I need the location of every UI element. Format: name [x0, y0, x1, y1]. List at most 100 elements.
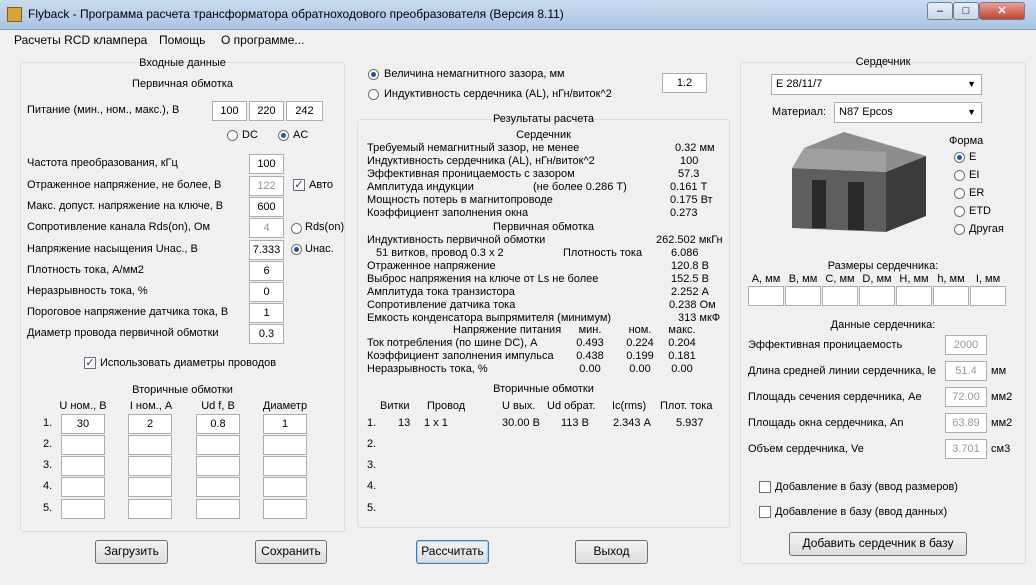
sec-i-input[interactable] — [128, 477, 172, 497]
shape-radio-other[interactable] — [954, 224, 965, 235]
sec-i-input[interactable] — [128, 456, 172, 476]
sec-i-input[interactable]: 2 — [128, 414, 172, 434]
mode-value-input[interactable]: 1.2 — [662, 73, 707, 93]
res-prim-label: Сопротивление датчика тока — [367, 299, 516, 311]
sec-hdr-u: U ном., В — [59, 400, 107, 412]
core-data-value[interactable]: 51.4 — [945, 361, 987, 381]
sec-d-input[interactable]: 1 — [263, 414, 307, 434]
sec-ud-input[interactable] — [196, 456, 240, 476]
res-prim-label: Индуктивность первичной обмотки — [367, 234, 546, 246]
add-data-checkbox[interactable] — [759, 506, 771, 518]
add-core-button[interactable]: Добавить сердечник в базу — [789, 532, 967, 556]
res-sec-num: 2. — [367, 438, 377, 450]
secondary-title: Вторичные обмотки — [132, 384, 233, 396]
supply-min-input[interactable]: 100 — [212, 101, 247, 121]
supply-hdr-nom: ном. — [628, 324, 652, 336]
core-data-value[interactable]: 2000 — [945, 335, 987, 355]
use-diam-checkbox[interactable]: ✓ — [84, 357, 96, 369]
vmax-input[interactable]: 600 — [249, 197, 284, 217]
rds-label: Сопротивление канала Rds(on), Ом — [27, 221, 211, 233]
usat-radio[interactable] — [291, 244, 302, 255]
sec-u-input[interactable] — [61, 477, 105, 497]
core-data-label: Объем сердечника, Ve — [748, 443, 864, 455]
sec-hdr-i: I ном., А — [129, 400, 173, 412]
material-select[interactable]: N87 Epcos ▼ — [834, 102, 982, 123]
calculate-button[interactable]: Рассчитать — [416, 540, 489, 564]
usat-label: Напряжение насыщения Uнас., В — [27, 243, 198, 255]
ithr-input[interactable]: 1 — [249, 303, 284, 323]
results-sec-title: Вторичные обмотки — [493, 383, 594, 395]
sec-d-input[interactable] — [263, 456, 307, 476]
sec-ud-input[interactable] — [196, 499, 240, 519]
shape-radio-ei[interactable] — [954, 170, 965, 181]
sec-row-num: 3. — [43, 459, 53, 471]
sec-u-input[interactable] — [61, 456, 105, 476]
save-button[interactable]: Сохранить — [255, 540, 327, 564]
menu-help[interactable]: Помощь — [159, 33, 205, 47]
core-select[interactable]: E 28/11/7 ▼ — [771, 74, 982, 95]
minimize-button[interactable]: – — [927, 2, 953, 20]
dim-b-input[interactable] — [785, 286, 821, 306]
res-sec-num: 5. — [367, 502, 377, 514]
dim-d-input[interactable] — [859, 286, 895, 306]
sec-ud-input[interactable] — [196, 477, 240, 497]
add-dims-checkbox[interactable] — [759, 481, 771, 493]
res-sec-hdr: Ud обрат. — [547, 400, 596, 412]
core-data-value[interactable]: 72.00 — [945, 387, 987, 407]
sec-u-input[interactable] — [61, 435, 105, 455]
menu-about[interactable]: О программе... — [221, 33, 304, 47]
al-radio[interactable] — [368, 89, 379, 100]
freq-input[interactable]: 100 — [249, 154, 284, 174]
load-button[interactable]: Загрузить — [95, 540, 168, 564]
results-title: Результаты расчета — [492, 113, 595, 125]
sec-ud-input[interactable] — [196, 435, 240, 455]
dim-c-input[interactable] — [822, 286, 858, 306]
dim-i-input[interactable] — [970, 286, 1006, 306]
res-core-value: 100 — [680, 155, 699, 167]
maximize-button[interactable]: □ — [953, 2, 979, 20]
dim-h-input[interactable] — [896, 286, 932, 306]
sec-d-input[interactable] — [263, 477, 307, 497]
shape-radio-etd[interactable] — [954, 206, 965, 217]
sec-d-input[interactable] — [263, 435, 307, 455]
shape-radio-e[interactable] — [954, 152, 965, 163]
wire-label: Диаметр провода первичной обмотки — [27, 327, 219, 339]
sec-ud-input[interactable]: 0.8 — [196, 414, 240, 434]
dim-a-input[interactable] — [748, 286, 784, 306]
dc-radio[interactable] — [227, 130, 238, 141]
sec-u-input[interactable] — [61, 499, 105, 519]
reflected-label: Отраженное напряжение, не более, В — [27, 179, 222, 191]
core-select-value: E 28/11/7 — [776, 78, 823, 90]
supply-nom-input[interactable]: 220 — [249, 101, 284, 121]
vmax-label: Макс. допуст. напряжение на ключе, В — [27, 200, 224, 212]
al-label: Индуктивность сердечника (AL), нГн/виток… — [384, 88, 612, 100]
rds-radio[interactable] — [291, 223, 302, 234]
res-sec-cell: 5.937 — [676, 417, 704, 429]
dim-h-small-input[interactable] — [933, 286, 969, 306]
jdens-input[interactable]: 6 — [249, 261, 284, 281]
exit-button[interactable]: Выход — [575, 540, 648, 564]
cont-input[interactable]: 0 — [249, 282, 284, 302]
core-data-value[interactable]: 63.89 — [945, 413, 987, 433]
supply-max-input[interactable]: 242 — [286, 101, 323, 121]
close-button[interactable]: ✕ — [979, 2, 1025, 20]
core-data-label: Эффективная проницаемость — [748, 339, 903, 351]
menu-rcd-clamper[interactable]: Расчеты RCD клампера — [14, 33, 147, 47]
shape-label: Другая — [969, 223, 1004, 235]
shape-label: ETD — [969, 205, 991, 217]
auto-checkbox[interactable]: ✓ — [293, 179, 305, 191]
gap-radio[interactable] — [368, 69, 379, 80]
core-title: Сердечник — [855, 56, 911, 68]
usat-input[interactable]: 7.333 — [249, 240, 284, 260]
wire-input[interactable]: 0.3 — [249, 324, 284, 344]
res-prim-value: 2.252 А — [671, 286, 709, 298]
sec-u-input[interactable]: 30 — [61, 414, 105, 434]
sec-d-input[interactable] — [263, 499, 307, 519]
sec-i-input[interactable] — [128, 435, 172, 455]
rds-input[interactable]: 4 — [249, 218, 284, 238]
reflected-input[interactable]: 122 — [249, 176, 284, 196]
sec-i-input[interactable] — [128, 499, 172, 519]
core-data-value[interactable]: 3.701 — [945, 439, 987, 459]
shape-radio-er[interactable] — [954, 188, 965, 199]
ac-radio[interactable] — [278, 130, 289, 141]
